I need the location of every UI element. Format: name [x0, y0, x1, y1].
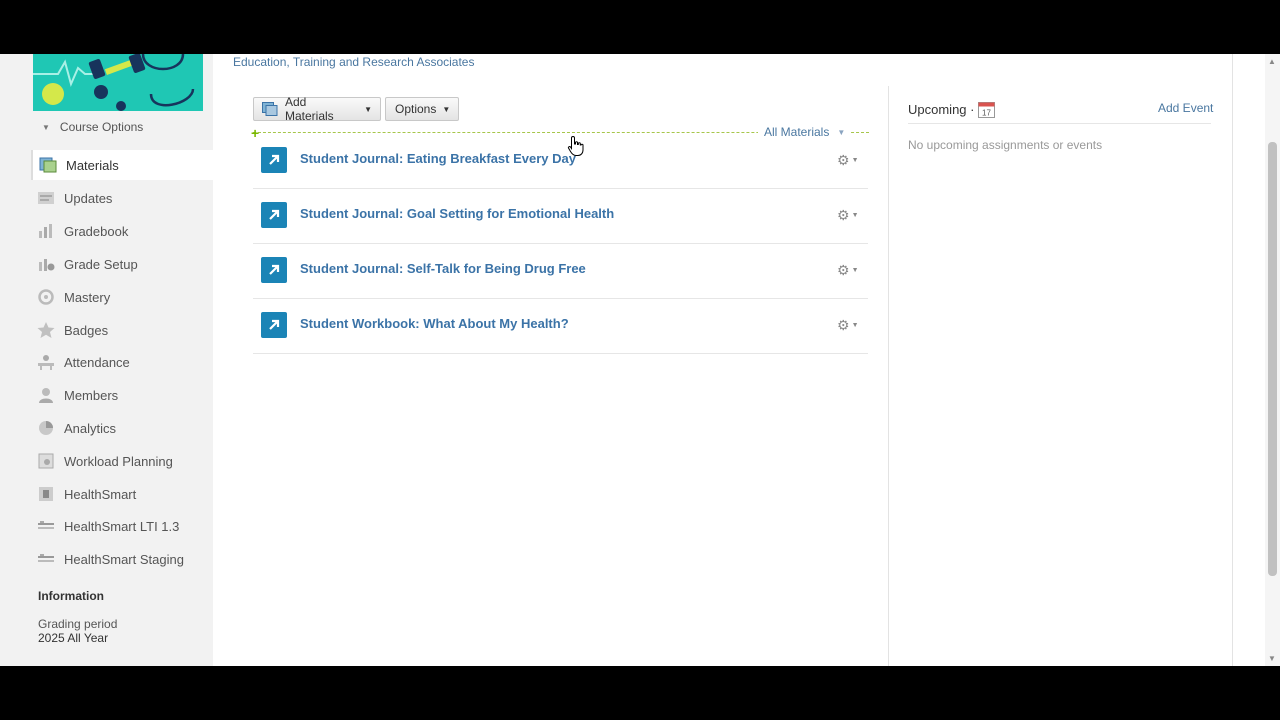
material-title-link[interactable]: Student Journal: Eating Breakfast Every … [300, 151, 576, 166]
upcoming-panel: Upcoming · 17 Add Event No upcoming assi… [889, 54, 1232, 666]
course-options-toggle[interactable]: ▼ Course Options [42, 120, 143, 134]
caret-down-icon: ▼ [42, 123, 50, 132]
sidebar-item-label: Mastery [64, 289, 111, 305]
sidebar-item-badges[interactable]: Badges [31, 315, 213, 345]
caret-down-icon: ▼ [851, 212, 859, 219]
sidebar-item-members[interactable]: Members [31, 380, 213, 410]
material-row[interactable]: Student Workbook: What About My Health? … [253, 298, 868, 354]
caret-down-icon: ▼ [851, 157, 859, 164]
caret-down-icon: ▼ [442, 104, 451, 114]
sidebar-item-label: Grade Setup [64, 256, 138, 272]
course-banner-image [33, 54, 203, 111]
material-title-link[interactable]: Student Workbook: What About My Health? [300, 316, 569, 331]
sidebar-item-workload-planning[interactable]: Workload Planning [31, 446, 213, 476]
page-scrollbar[interactable]: ▲ ▼ [1265, 54, 1280, 666]
grading-period: Grading period 2025 All Year [38, 617, 117, 645]
mastery-icon [37, 288, 55, 306]
course-options-label: Course Options [59, 120, 144, 134]
external-link-icon [261, 147, 287, 173]
sidebar: ▼ Course Options Materials Updates Gradeb… [0, 54, 215, 666]
sidebar-item-grade-setup[interactable]: Grade Setup [31, 249, 213, 279]
app-icon [37, 485, 55, 503]
information-heading: Information [38, 589, 104, 603]
external-link-icon [261, 312, 287, 338]
sidebar-item-label: Gradebook [64, 223, 129, 239]
sidebar-item-label: Workload Planning [64, 453, 173, 469]
add-materials-icon [262, 102, 278, 116]
course-subtitle: Education, Training and Research Associa… [233, 55, 475, 69]
gear-menu[interactable]: ⚙ ▼ [837, 152, 859, 169]
material-title-link[interactable]: Student Journal: Self-Talk for Being Dru… [300, 261, 586, 276]
gear-menu[interactable]: ⚙ ▼ [837, 317, 859, 334]
app-frame: ▼ Course Options Materials Updates Gradeb… [0, 54, 1280, 666]
scrollbar-thumb[interactable] [1268, 142, 1277, 576]
content-right-border [1232, 54, 1233, 666]
lti-app-icon [37, 517, 55, 535]
material-title-link[interactable]: Student Journal: Goal Setting for Emotio… [300, 206, 614, 221]
sidebar-item-label: Members [64, 387, 119, 403]
caret-down-icon: ▼ [364, 104, 372, 114]
material-row[interactable]: Student Journal: Eating Breakfast Every … [253, 133, 868, 189]
sidebar-item-attendance[interactable]: Attendance [31, 347, 213, 377]
calendar-day-number: 17 [983, 109, 992, 118]
sidebar-item-analytics[interactable]: Analytics [31, 413, 213, 443]
scroll-down-icon[interactable]: ▼ [1268, 654, 1276, 663]
material-row[interactable]: Student Journal: Goal Setting for Emotio… [253, 188, 868, 244]
external-link-icon [261, 257, 287, 283]
sidebar-item-gradebook[interactable]: Gradebook [31, 216, 213, 246]
sidebar-item-label: Materials [66, 157, 119, 173]
gradebook-icon [37, 222, 55, 240]
members-icon [37, 386, 55, 404]
calendar-icon[interactable]: 17 [978, 101, 996, 118]
options-button[interactable]: Options ▼ [385, 97, 459, 121]
gear-menu[interactable]: ⚙ ▼ [837, 207, 859, 224]
caret-down-icon: ▼ [851, 267, 859, 274]
gear-icon: ⚙ [837, 262, 850, 278]
sidebar-item-healthsmart[interactable]: HealthSmart [31, 479, 213, 509]
sidebar-item-updates[interactable]: Updates [31, 183, 213, 213]
external-link-icon [261, 202, 287, 228]
sidebar-item-label: Updates [64, 190, 113, 206]
updates-icon [37, 189, 55, 207]
sidebar-item-healthsmart-lti[interactable]: HealthSmart LTI 1.3 [31, 511, 213, 541]
upcoming-divider [908, 123, 1211, 124]
gear-menu[interactable]: ⚙ ▼ [837, 262, 859, 279]
sidebar-item-label: Badges [64, 322, 109, 338]
gear-icon: ⚙ [837, 152, 850, 168]
add-materials-button[interactable]: Add Materials ▼ [253, 95, 381, 123]
sidebar-item-label: HealthSmart [64, 486, 137, 502]
grading-period-value: 2025 All Year [38, 631, 109, 645]
sidebar-item-materials[interactable]: Materials [31, 150, 215, 180]
gear-icon: ⚙ [837, 317, 850, 333]
analytics-icon [37, 419, 55, 437]
workload-icon [37, 452, 55, 470]
caret-down-icon: ▼ [851, 322, 859, 329]
add-event-link[interactable]: Add Event [1158, 101, 1213, 115]
sidebar-item-label: Analytics [64, 420, 117, 436]
add-materials-label: Add Materials [285, 95, 334, 123]
attendance-icon [37, 353, 55, 371]
hand-cursor-icon [567, 135, 585, 162]
sidebar-item-label: Attendance [64, 354, 130, 370]
gear-icon: ⚙ [837, 207, 850, 223]
lti-app-icon [37, 550, 55, 568]
no-upcoming-message: No upcoming assignments or events [908, 138, 1103, 152]
scroll-up-icon[interactable]: ▲ [1268, 57, 1276, 66]
badges-icon [37, 321, 55, 339]
material-row[interactable]: Student Journal: Self-Talk for Being Dru… [253, 243, 868, 299]
materials-panel: Education, Training and Research Associa… [213, 54, 888, 666]
grading-period-label: Grading period [38, 617, 118, 631]
materials-icon [39, 156, 57, 174]
sidebar-item-healthsmart-staging[interactable]: HealthSmart Staging [31, 544, 213, 574]
grade-setup-icon [37, 255, 55, 273]
sidebar-item-label: HealthSmart LTI 1.3 [64, 518, 180, 534]
options-label: Options [395, 102, 437, 116]
sidebar-item-label: HealthSmart Staging [64, 551, 184, 567]
sidebar-item-mastery[interactable]: Mastery [31, 282, 213, 312]
upcoming-title: Upcoming · 17 [908, 101, 996, 118]
upcoming-title-text: Upcoming · [908, 102, 975, 117]
